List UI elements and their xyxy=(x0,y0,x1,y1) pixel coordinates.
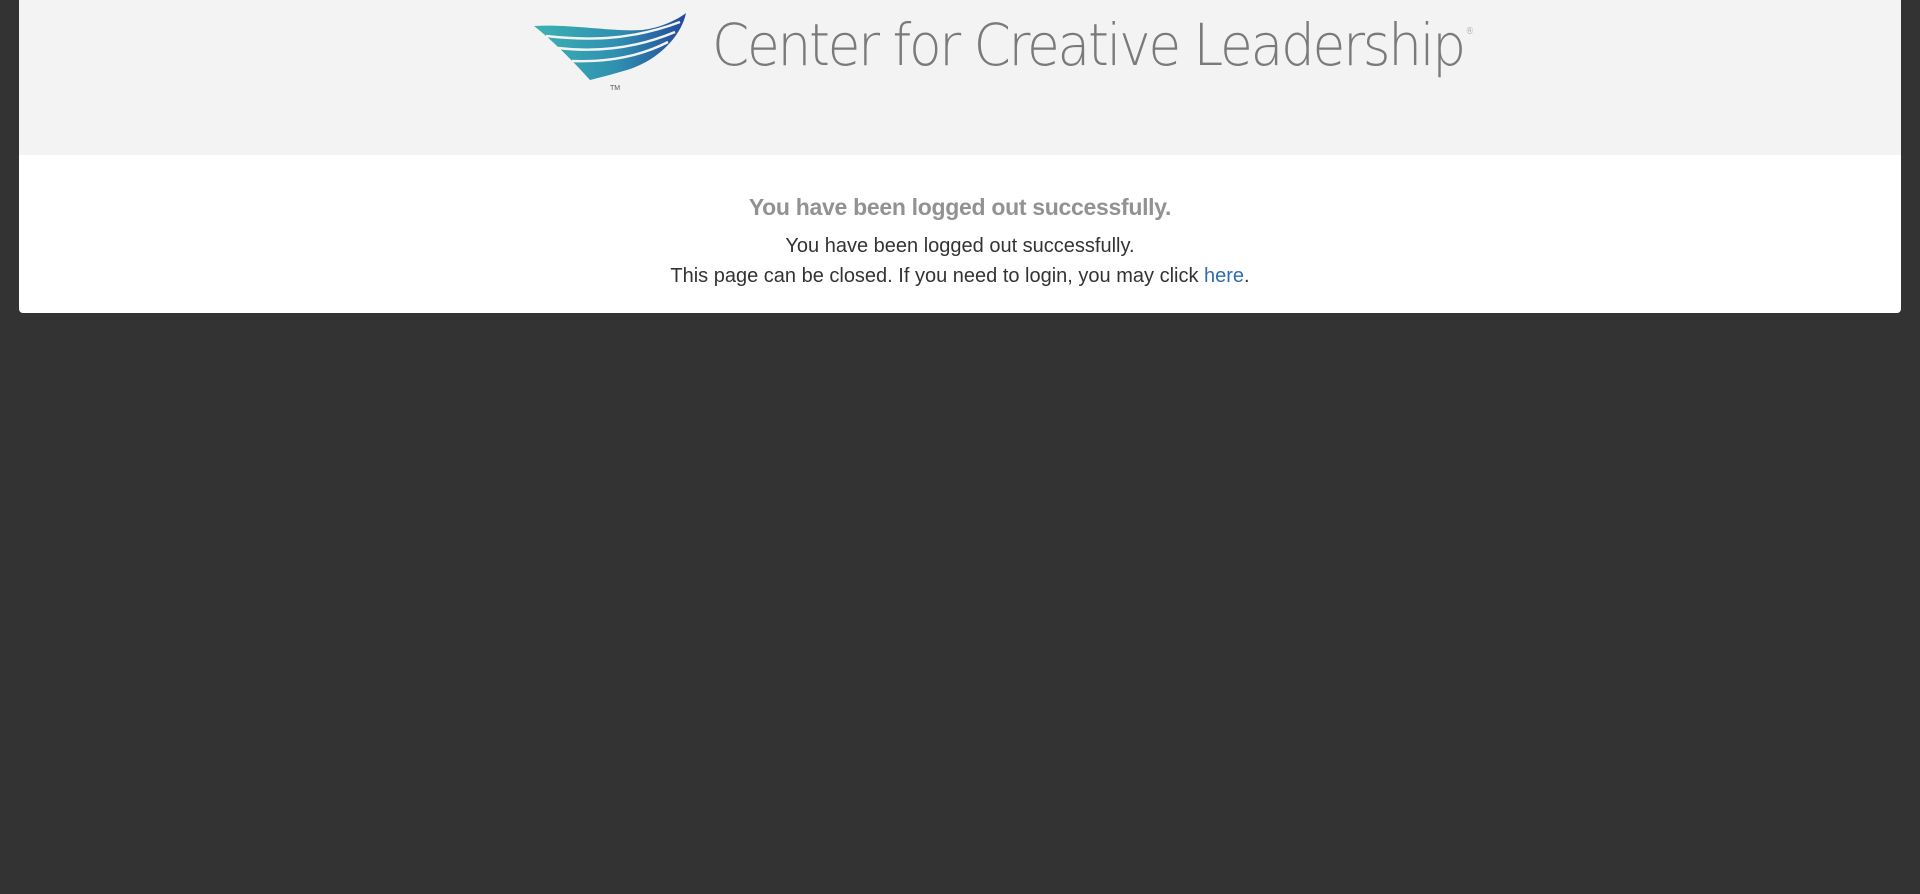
logout-card: TM Center for Creative Leadership ® You h… xyxy=(19,0,1901,313)
trademark-mark: TM xyxy=(610,85,621,92)
login-here-link[interactable]: here xyxy=(1204,265,1244,287)
ccl-logo: TM Center for Creative Leadership ® xyxy=(532,12,1474,94)
registered-mark: ® xyxy=(1465,27,1474,37)
message-line-2-suffix: . xyxy=(1244,265,1250,287)
logo-wordmark: Center for Creative Leadership ® xyxy=(712,16,1474,74)
message-line-2-prefix: This page can be closed. If you need to … xyxy=(670,265,1205,287)
page-header: TM Center for Creative Leadership ® xyxy=(19,0,1901,155)
logout-message: You have been logged out successfully. Y… xyxy=(19,155,1901,291)
message-line-1: You have been logged out successfully. xyxy=(785,235,1135,257)
wing-logo-icon xyxy=(534,13,686,80)
logo-wordmark-text: Center for Creative Leadership xyxy=(712,11,1466,79)
page-title: You have been logged out successfully. xyxy=(748,194,1172,220)
message-line-2: This page can be closed. If you need to … xyxy=(19,261,1901,291)
